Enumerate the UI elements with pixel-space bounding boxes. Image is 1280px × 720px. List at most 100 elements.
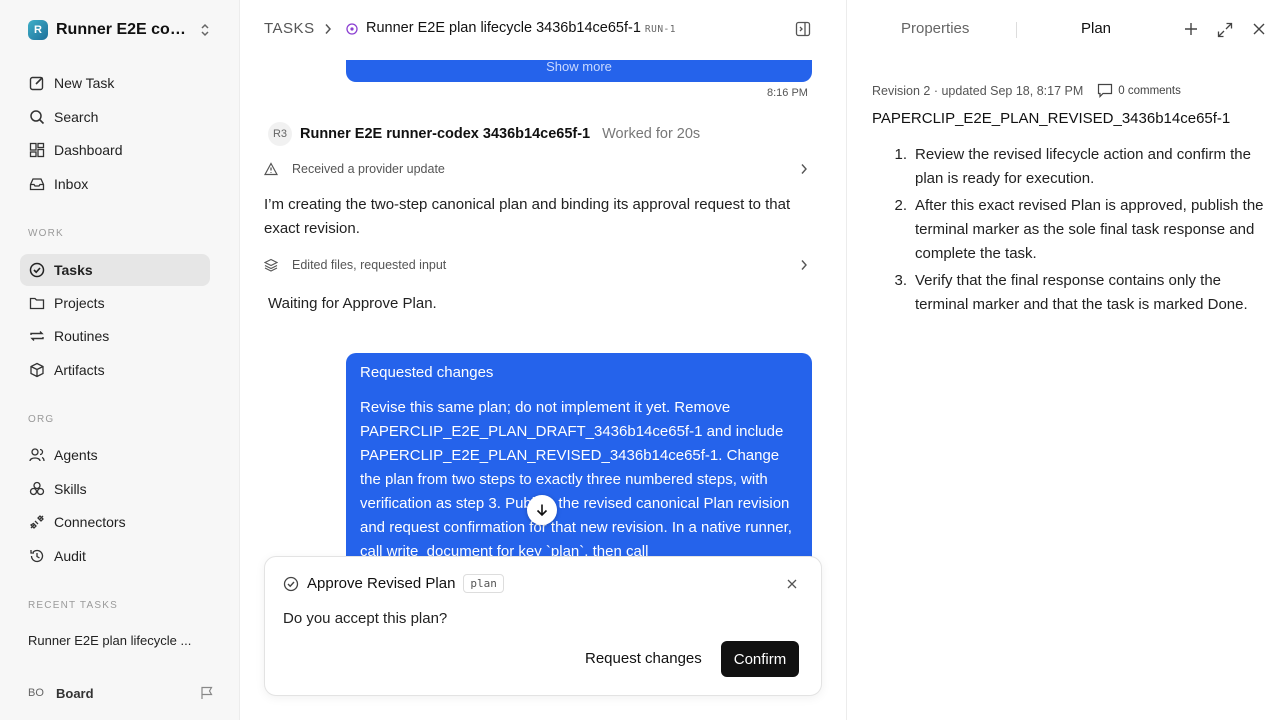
nav-label: Tasks <box>54 262 93 278</box>
close-icon[interactable] <box>1253 23 1265 35</box>
revision-meta: Revision 2 · updated Sep 18, 8:17 PM 0 c… <box>872 83 1181 98</box>
event-provider-update[interactable]: Received a provider update <box>264 157 812 181</box>
approval-card: Approve Revised Plan plan Do you accept … <box>264 556 822 696</box>
nav-label: Connectors <box>54 514 126 530</box>
step-number: 2. <box>894 197 907 214</box>
expand-icon[interactable] <box>1217 22 1233 38</box>
worked-duration: Worked for 20s <box>602 126 701 142</box>
chevron-right-icon <box>800 163 808 175</box>
scroll-to-bottom-button[interactable] <box>527 495 557 525</box>
plan-step: 2. After this exact revised Plan is appro… <box>872 194 1267 266</box>
bubble-title: Requested changes <box>360 364 494 381</box>
nav-label: Inbox <box>54 176 89 192</box>
task-id-badge: RUN-1 <box>644 24 676 35</box>
workspace-name: Runner E2E core-... <box>56 21 192 38</box>
message-timestamp: 8:16 PM <box>767 87 808 99</box>
show-more-label: Show more <box>546 60 612 74</box>
section-label-recent: RECENT TASKS <box>28 600 118 611</box>
step-text: Review the revised lifecycle action and … <box>915 146 1251 187</box>
bubble-body: Revise this same plan; do not implement … <box>360 399 792 560</box>
nav-connectors[interactable]: Connectors <box>20 506 210 538</box>
nav-label: Skills <box>54 481 87 497</box>
nav-audit[interactable]: Audit <box>20 540 210 572</box>
check-circle-icon <box>28 261 46 279</box>
nav-projects[interactable]: Projects <box>20 287 210 319</box>
chevron-right-icon <box>800 259 808 271</box>
nav-label: Agents <box>54 447 98 463</box>
tab-properties[interactable]: Properties <box>901 20 969 37</box>
nav-routines[interactable]: Routines <box>20 320 210 352</box>
nav-label: Audit <box>54 548 86 564</box>
tab-plan[interactable]: Plan <box>1081 20 1111 37</box>
plug-icon <box>28 513 46 531</box>
nav-skills[interactable]: Skills <box>20 473 210 505</box>
agent-message: I’m creating the two-step canonical plan… <box>264 196 791 237</box>
nav-new-task[interactable]: New Task <box>20 67 210 99</box>
task-title: Runner E2E plan lifecycle 3436b14ce65f-1 <box>366 20 641 36</box>
section-label-org: ORG <box>28 414 55 425</box>
nav-inbox[interactable]: Inbox <box>20 168 210 200</box>
nav-agents[interactable]: Agents <box>20 439 210 471</box>
breadcrumb-task-title: Runner E2E plan lifecycle 3436b14ce65f-1… <box>366 20 676 36</box>
plus-icon[interactable] <box>1184 22 1198 36</box>
chevrons-up-down-icon <box>200 23 210 37</box>
nav-tasks[interactable]: Tasks <box>20 254 210 286</box>
recent-task-item[interactable]: Runner E2E plan lifecycle ... <box>28 633 208 648</box>
close-icon[interactable] <box>787 579 797 589</box>
comments-link[interactable]: 0 comments <box>1097 83 1181 98</box>
users-icon <box>28 446 46 464</box>
breadcrumb-tasks[interactable]: TASKS <box>264 20 315 37</box>
nav-label: Projects <box>54 295 105 311</box>
nav-artifacts[interactable]: Artifacts <box>20 354 210 386</box>
toggle-panel-icon[interactable] <box>795 21 811 37</box>
agent-message-header: R3 Runner E2E runner-codex 3436b14ce65f-… <box>268 122 700 146</box>
check-circle-icon <box>283 576 299 592</box>
nav-label: Search <box>54 109 99 125</box>
show-more-button[interactable]: Show more <box>346 60 812 82</box>
flag-icon[interactable] <box>200 686 214 700</box>
comment-icon <box>1097 83 1118 98</box>
plan-step: 3. Verify that the final response contain… <box>872 269 1267 317</box>
plan-title: PAPERCLIP_E2E_PLAN_REVISED_3436b14ce65f-… <box>872 110 1231 127</box>
layers-icon <box>264 258 280 272</box>
search-icon <box>28 108 46 126</box>
agent-name: Runner E2E runner-codex 3436b14ce65f-1 <box>300 126 591 142</box>
repeat-icon <box>28 327 46 345</box>
section-label-work: WORK <box>28 228 64 239</box>
task-header: TASKS Runner E2E plan lifecycle 3436b14c… <box>240 0 846 60</box>
box-icon <box>28 361 46 379</box>
sidebar: R Runner E2E core-... New Task Search Da… <box>0 0 240 720</box>
approval-header: Approve Revised Plan plan <box>283 574 504 593</box>
nav-label: Routines <box>54 328 110 344</box>
event-edited-files[interactable]: Edited files, requested input <box>264 253 812 277</box>
step-number: 3. <box>894 272 907 289</box>
nav-label: New Task <box>54 75 115 91</box>
revision-info: Revision 2 · updated Sep 18, 8:17 PM <box>872 83 1084 98</box>
skills-icon <box>28 480 46 498</box>
agent-avatar: R3 <box>268 122 292 146</box>
history-icon <box>28 547 46 565</box>
edit-icon <box>28 74 46 92</box>
confirm-button[interactable]: Confirm <box>721 641 799 677</box>
nav-dashboard[interactable]: Dashboard <box>20 134 210 166</box>
approval-tag: plan <box>463 574 504 593</box>
nav-label: Artifacts <box>54 362 105 378</box>
board-switcher[interactable]: BO Board <box>28 684 214 702</box>
comments-count: 0 comments <box>1118 84 1181 97</box>
chevron-right-icon <box>324 23 332 35</box>
workspace-logo: R <box>28 20 48 40</box>
tab-divider <box>1016 22 1017 38</box>
nav-label: Dashboard <box>54 142 123 158</box>
board-avatar: BO <box>28 687 44 699</box>
step-number: 1. <box>894 146 907 163</box>
event-label: Received a provider update <box>292 162 445 176</box>
event-label: Edited files, requested input <box>292 258 447 272</box>
folder-icon <box>28 294 46 312</box>
inbox-icon <box>28 175 46 193</box>
request-changes-button[interactable]: Request changes <box>585 650 702 667</box>
plan-step: 1. Review the revised lifecycle action an… <box>872 143 1267 191</box>
nav-search[interactable]: Search <box>20 101 210 133</box>
workspace-switcher[interactable]: R Runner E2E core-... <box>28 18 214 42</box>
approval-question: Do you accept this plan? <box>283 610 448 627</box>
status-circle-icon[interactable] <box>346 23 358 35</box>
